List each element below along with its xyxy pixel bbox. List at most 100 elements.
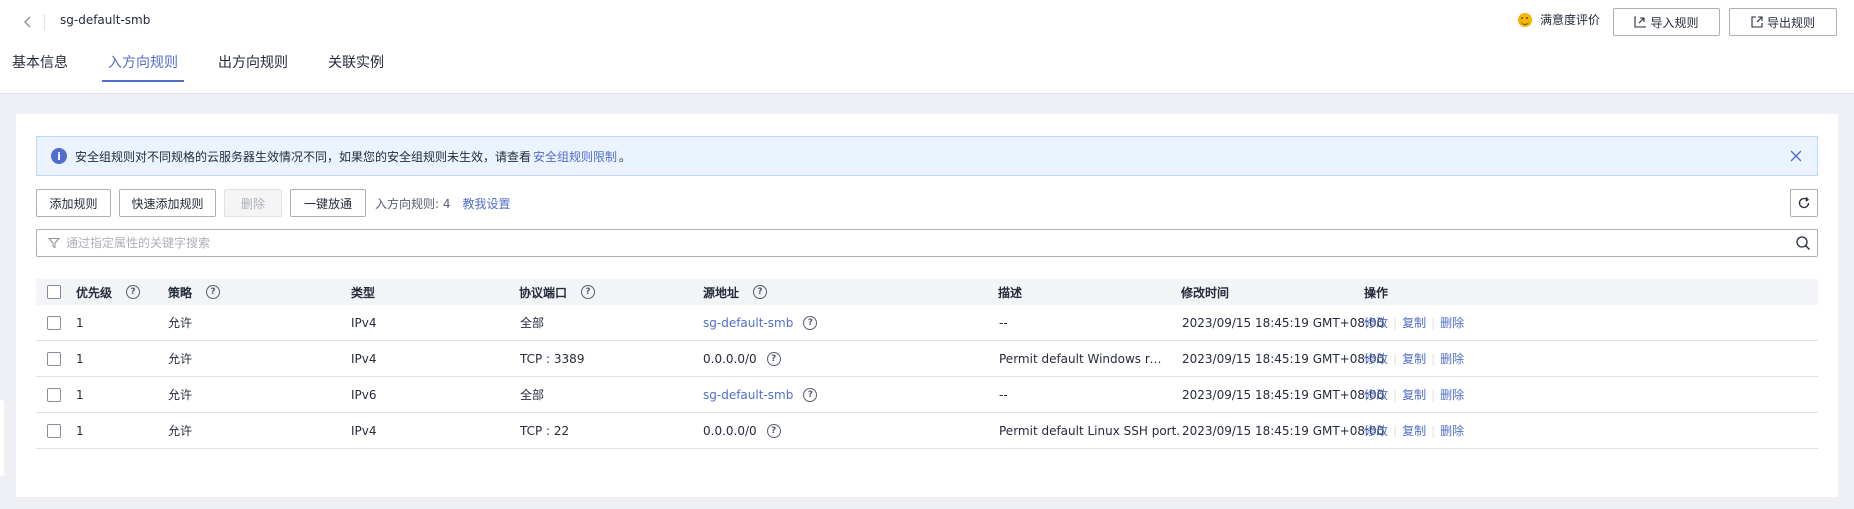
help-icon[interactable]: ? — [766, 351, 781, 366]
info-icon: i — [51, 148, 67, 164]
inbound-rule-count: 入方向规则: 4 — [375, 196, 451, 211]
action-separator: | — [1393, 315, 1398, 330]
row-description: -- — [999, 387, 1008, 402]
row-checkbox[interactable] — [47, 316, 61, 330]
row-priority: 1 — [76, 387, 84, 402]
help-icon[interactable]: ? — [206, 285, 221, 299]
row-actions: 修改 | 复制 | 删除 — [1364, 350, 1464, 367]
row-description-text: Permit default Windows remote d... — [999, 351, 1167, 366]
page-header: sg-default-smb 满意度评价 导入规则 导出规则 基本信息 入方向规… — [0, 0, 1854, 94]
col-priority: 优先级? — [76, 284, 141, 301]
modify-link[interactable]: 修改 — [1364, 350, 1388, 367]
rule-limit-link[interactable]: 安全组规则限制 — [533, 148, 617, 165]
delete-link[interactable]: 删除 — [1440, 422, 1464, 439]
row-checkbox[interactable] — [47, 388, 61, 402]
title-divider — [44, 14, 45, 30]
help-icon[interactable]: ? — [126, 285, 141, 299]
row-source: sg-default-smb? — [703, 387, 818, 402]
row-type: IPv4 — [351, 423, 377, 438]
row-modified-time: 2023/09/15 18:45:19 GMT+08:00 — [1182, 315, 1385, 330]
row-description: -- — [999, 315, 1008, 330]
col-type: 类型 — [351, 285, 376, 300]
search-icon[interactable] — [1795, 235, 1811, 251]
col-port: 协议端口? — [519, 284, 596, 301]
col-policy: 策略? — [168, 284, 221, 301]
row-type: IPv4 — [351, 351, 377, 366]
row-source: sg-default-smb? — [703, 315, 818, 330]
action-separator: | — [1393, 387, 1398, 402]
info-alert: i 安全组规则对不同规格的云服务器生效情况不同，如果您的安全组规则未生效，请查看… — [36, 136, 1818, 176]
back-arrow-icon[interactable] — [18, 12, 38, 32]
rules-panel: i 安全组规则对不同规格的云服务器生效情况不同，如果您的安全组规则未生效，请查看… — [16, 114, 1838, 497]
row-actions: 修改 | 复制 | 删除 — [1364, 314, 1464, 331]
copy-link[interactable]: 复制 — [1402, 314, 1426, 331]
help-icon[interactable]: ? — [581, 285, 596, 299]
modify-link[interactable]: 修改 — [1364, 386, 1388, 403]
table-header: 优先级? 策略? 类型 协议端口? 源地址? 描述 修改时间 操作 — [36, 279, 1818, 305]
delete-link[interactable]: 删除 — [1440, 350, 1464, 367]
table-row: 1 允许 IPv4 TCP : 22 0.0.0.0/0? Permit def… — [36, 413, 1818, 449]
row-modified-time: 2023/09/15 18:45:19 GMT+08:00 — [1182, 387, 1385, 402]
source-link[interactable]: sg-default-smb — [703, 316, 793, 330]
import-icon — [1634, 16, 1647, 28]
col-modified-time: 修改时间 — [1181, 285, 1230, 300]
modify-link[interactable]: 修改 — [1364, 314, 1388, 331]
delete-button[interactable]: 删除 — [224, 189, 282, 217]
satisfaction-label: 满意度评价 — [1540, 13, 1601, 27]
row-priority: 1 — [76, 423, 84, 438]
import-rules-button[interactable]: 导入规则 — [1613, 8, 1720, 36]
copy-link[interactable]: 复制 — [1402, 386, 1426, 403]
delete-link[interactable]: 删除 — [1440, 386, 1464, 403]
help-icon[interactable]: ? — [753, 285, 768, 299]
col-policy-label: 策略 — [168, 285, 193, 300]
teach-me-link[interactable]: 教我设置 — [463, 195, 511, 212]
col-priority-label: 优先级 — [76, 285, 113, 300]
help-icon[interactable]: ? — [803, 387, 818, 402]
export-rules-button[interactable]: 导出规则 — [1729, 8, 1837, 36]
tab-inbound-rules[interactable]: 入方向规则 — [102, 46, 184, 82]
tab-outbound-rules[interactable]: 出方向规则 — [212, 46, 294, 82]
row-modified-time: 2023/09/15 18:45:19 GMT+08:00 — [1182, 351, 1385, 366]
row-description: Permit default Linux SSH port. — [999, 423, 1181, 438]
refresh-button[interactable] — [1790, 189, 1818, 217]
close-icon[interactable] — [1787, 147, 1805, 165]
row-checkbox[interactable] — [47, 352, 61, 366]
export-icon — [1751, 16, 1763, 28]
page-title: sg-default-smb — [60, 13, 151, 27]
action-separator: | — [1431, 351, 1436, 366]
col-description: 描述 — [998, 285, 1023, 300]
row-source: 0.0.0.0/0? — [703, 351, 781, 366]
filter-icon — [48, 238, 60, 249]
copy-link[interactable]: 复制 — [1402, 422, 1426, 439]
row-policy: 允许 — [168, 316, 193, 330]
tab-associated-instances[interactable]: 关联实例 — [322, 46, 390, 82]
one-click-allow-button[interactable]: 一键放通 — [290, 189, 366, 217]
smile-icon — [1518, 12, 1532, 27]
alert-text: 安全组规则对不同规格的云服务器生效情况不同，如果您的安全组规则未生效，请查看 — [75, 149, 532, 164]
alert-suffix: 。 — [619, 149, 632, 164]
satisfaction-rating[interactable]: 满意度评价 — [1518, 11, 1600, 28]
add-rule-button[interactable]: 添加规则 — [36, 189, 111, 217]
table-row: 1 允许 IPv6 全部 sg-default-smb? -- 2023/09/… — [36, 377, 1818, 413]
row-port: TCP : 22 — [520, 423, 570, 438]
action-separator: | — [1393, 423, 1398, 438]
row-port: 全部 — [520, 388, 545, 402]
tab-basic-info[interactable]: 基本信息 — [6, 46, 74, 82]
table-row: 1 允许 IPv4 全部 sg-default-smb? -- 2023/09/… — [36, 305, 1818, 341]
col-source-label: 源地址 — [703, 285, 740, 300]
row-checkbox[interactable] — [47, 424, 61, 438]
copy-link[interactable]: 复制 — [1402, 350, 1426, 367]
source-cidr: 0.0.0.0/0 — [703, 423, 757, 438]
help-icon[interactable]: ? — [803, 315, 818, 330]
source-link[interactable]: sg-default-smb — [703, 388, 793, 402]
help-icon[interactable]: ? — [766, 423, 781, 438]
delete-link[interactable]: 删除 — [1440, 314, 1464, 331]
action-separator: | — [1431, 423, 1436, 438]
action-separator: | — [1431, 315, 1436, 330]
search-input[interactable] — [66, 236, 1795, 250]
select-all-checkbox[interactable] — [47, 285, 61, 299]
row-policy: 允许 — [168, 388, 193, 402]
modify-link[interactable]: 修改 — [1364, 422, 1388, 439]
quick-add-rule-button[interactable]: 快速添加规则 — [119, 189, 216, 217]
side-drawer-handle[interactable] — [0, 400, 4, 476]
